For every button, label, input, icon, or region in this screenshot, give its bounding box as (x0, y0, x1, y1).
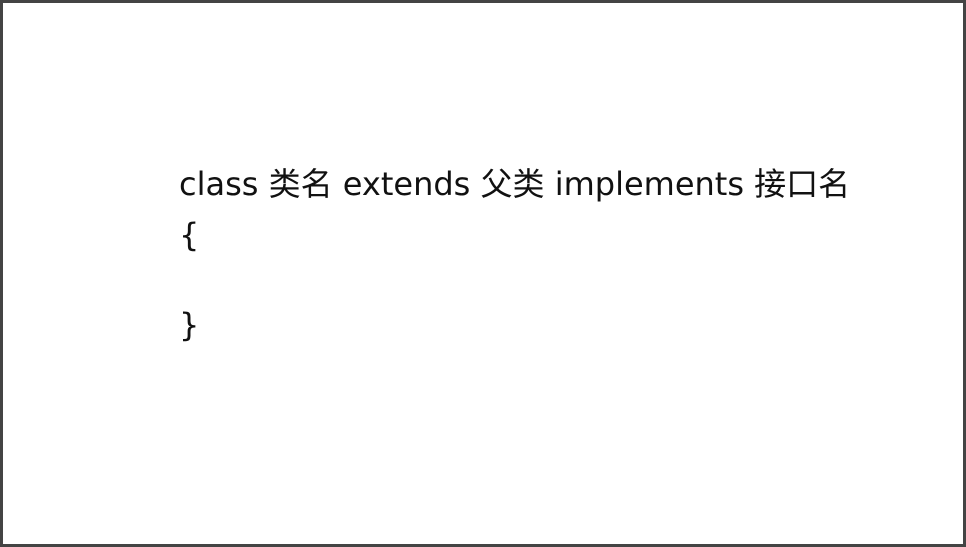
close-brace-line: } (179, 306, 200, 344)
slide-frame: class 类名 extends 父类 implements 接口名 { } (0, 0, 966, 547)
class-declaration-line: class 类名 extends 父类 implements 接口名 (179, 165, 851, 203)
open-brace-line: { (179, 216, 200, 254)
